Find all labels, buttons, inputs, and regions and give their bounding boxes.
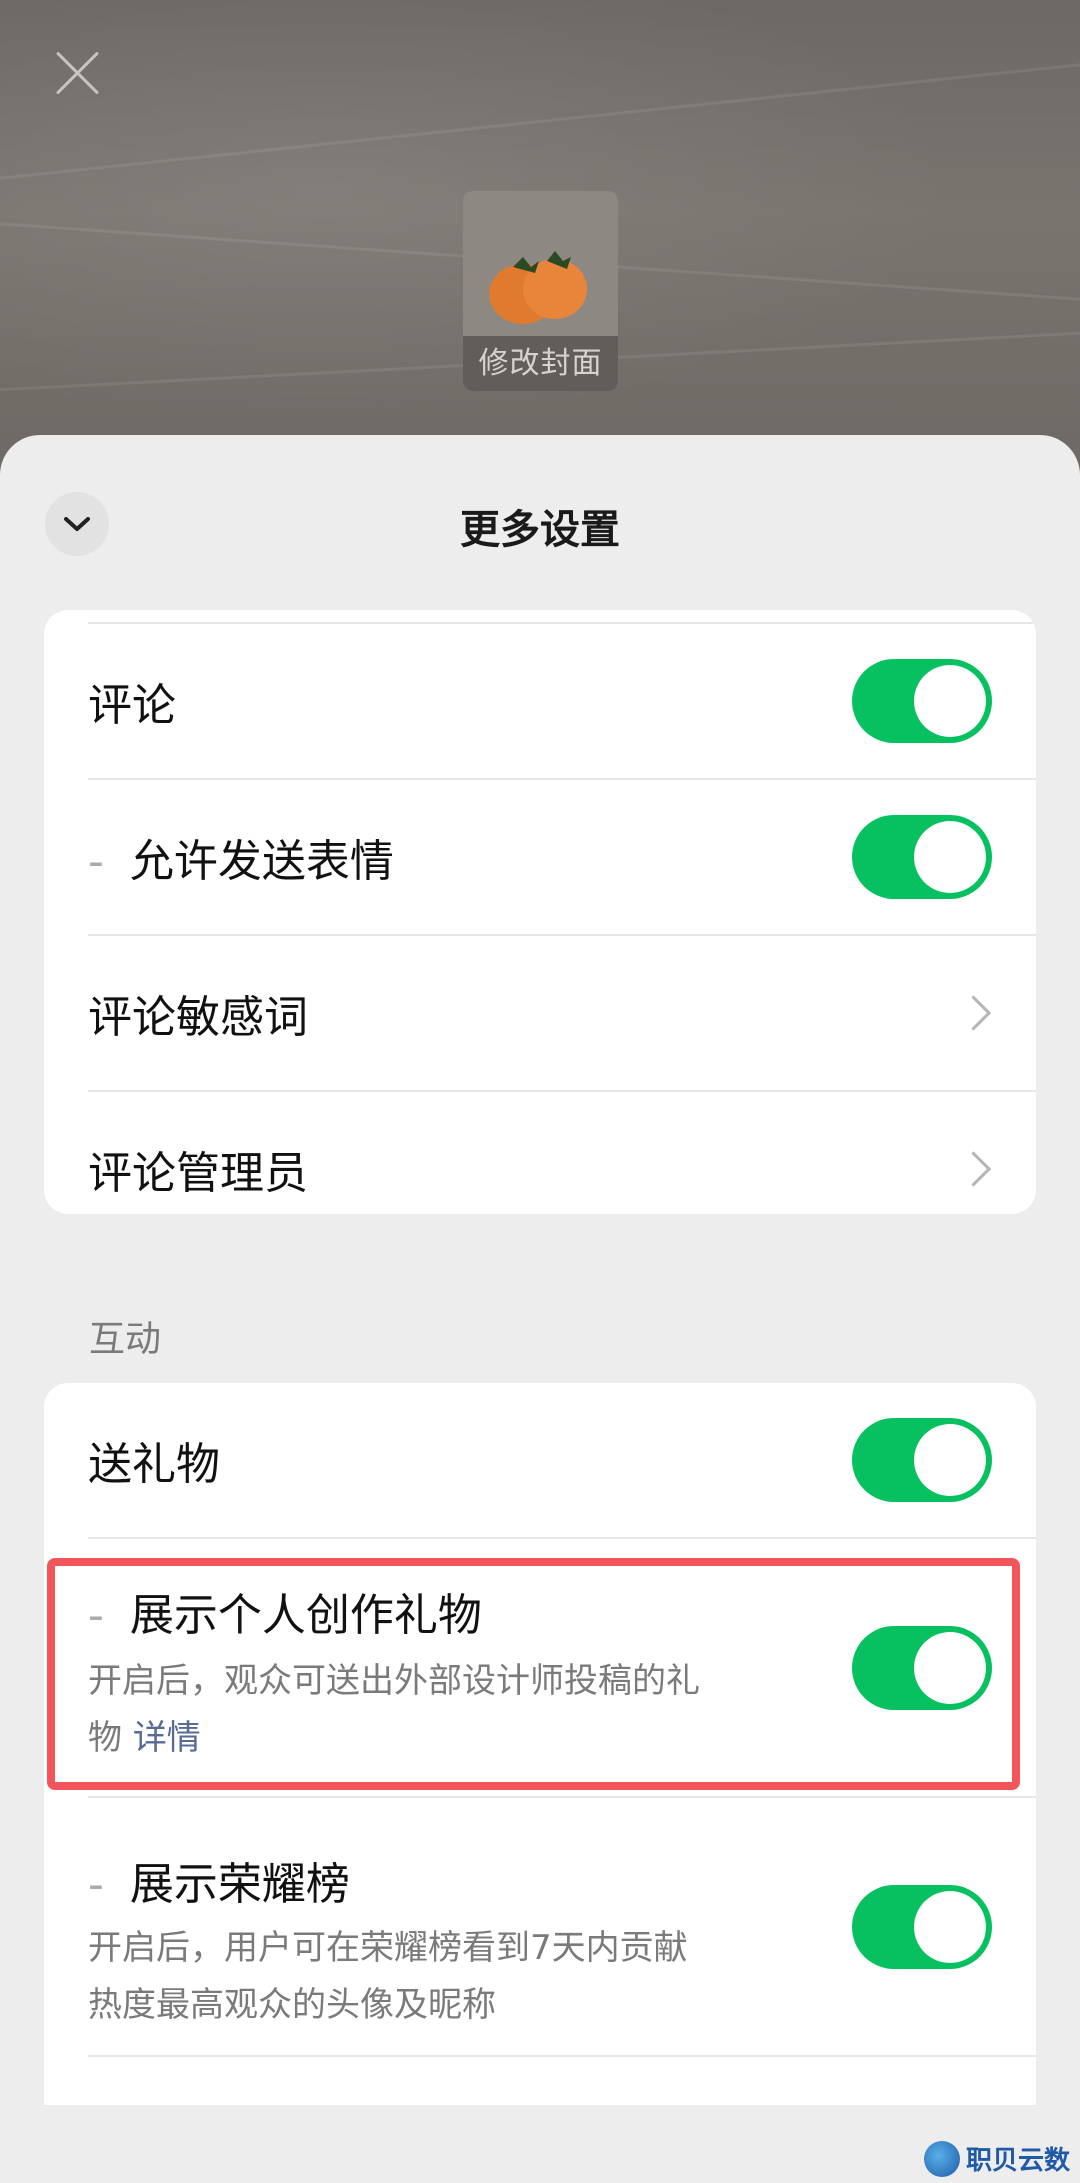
cover-image[interactable]: 修改封面 — [463, 191, 618, 391]
send-gifts-toggle[interactable] — [852, 1418, 992, 1502]
honor-board-toggle[interactable] — [852, 1884, 992, 1969]
description-line: 热度最高观众的头像及昵称 — [88, 1985, 496, 2025]
row-comment-admins[interactable]: 评论管理员 — [88, 1092, 1036, 1214]
watermark-text: 职贝云数 — [965, 2146, 1070, 2176]
description-line: 开启后，用户可在荣耀榜看到7天内贡献 — [88, 1928, 688, 1968]
row-label: 评论 — [88, 680, 176, 731]
row-comments[interactable]: 评论 — [88, 624, 1036, 780]
row-label: - 展示荣耀榜 — [88, 1848, 350, 1912]
bottom-safe-area — [0, 2105, 1080, 2183]
row-label: - 允许发送表情 — [88, 825, 394, 889]
allow-emoji-toggle[interactable] — [852, 815, 992, 899]
chevron-right-icon — [955, 995, 992, 1031]
row-send-gifts[interactable]: 送礼物 — [88, 1383, 1036, 1539]
chevron-right-icon — [955, 1151, 992, 1187]
row-comment-sensitive-words[interactable]: 评论敏感词 — [88, 936, 1036, 1092]
row-label-text: 允许发送表情 — [129, 836, 394, 887]
dash: - — [88, 836, 104, 887]
row-label-text: 展示荣耀榜 — [129, 1859, 350, 1910]
background-texture — [0, 55, 1080, 188]
row-label: 评论管理员 — [88, 1148, 308, 1199]
section-label-interaction: 互动 — [89, 1319, 162, 1360]
sheet-header: 更多设置 — [0, 435, 1080, 610]
divider — [88, 610, 1036, 624]
comments-toggle[interactable] — [852, 659, 992, 743]
close-icon[interactable] — [52, 48, 102, 98]
highlight-box — [47, 1558, 1020, 1790]
comments-card: 评论 - 允许发送表情 评论敏感词 评论管理员 — [44, 610, 1036, 1214]
row-label: 送礼物 — [88, 1439, 220, 1490]
row-label: 评论敏感词 — [88, 992, 308, 1043]
more-settings-sheet: 更多设置 评论 - 允许发送表情 评论敏感词 评论管理员 互动 送礼物 - 展示个人… — [0, 435, 1080, 2183]
persimmon-image — [489, 251, 587, 324]
row-description: 开启后，用户可在荣耀榜看到7天内贡献 热度最高观众的头像及昵称 — [88, 1920, 788, 2034]
row-honor-board[interactable]: - 展示荣耀榜 开启后，用户可在荣耀榜看到7天内贡献 热度最高观众的头像及昵称 — [88, 1798, 1036, 2057]
sheet-title: 更多设置 — [460, 507, 620, 553]
dash: - — [88, 1859, 104, 1910]
watermark: 职贝云数 — [923, 2140, 1070, 2177]
watermark-logo-icon — [923, 2140, 960, 2177]
edit-cover-label[interactable]: 修改封面 — [463, 336, 618, 391]
row-allow-emoji[interactable]: - 允许发送表情 — [88, 780, 1036, 936]
